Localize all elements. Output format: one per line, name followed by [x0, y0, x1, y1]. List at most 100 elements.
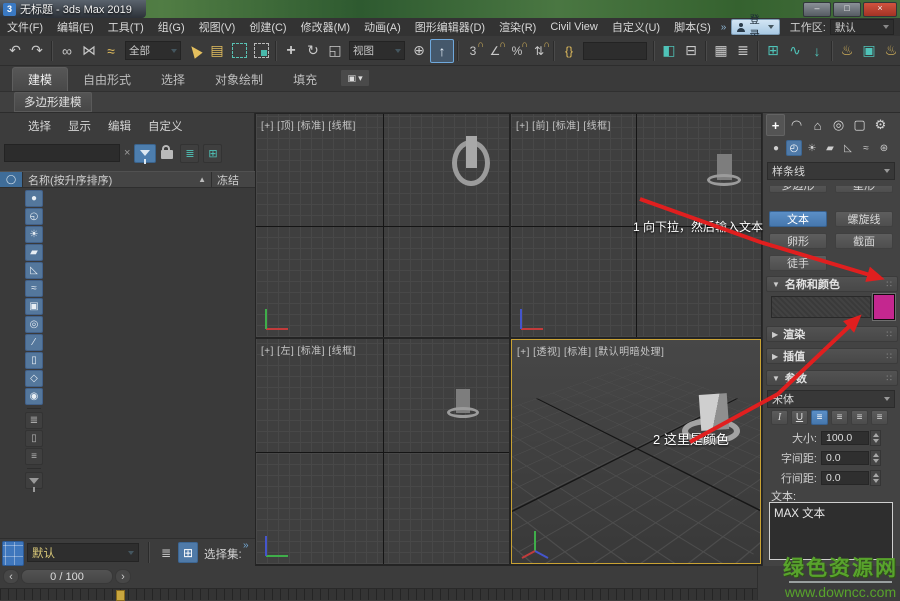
star-button[interactable]: 星形: [835, 186, 893, 193]
named-selection-sets-icon[interactable]: {}: [558, 40, 580, 62]
underline-button[interactable]: U: [791, 410, 808, 425]
menu-scripting[interactable]: 脚本(S): [667, 19, 718, 35]
explorer-menu-customize[interactable]: 自定义: [148, 118, 183, 134]
size-field[interactable]: 100.0: [821, 431, 869, 445]
viewport-top[interactable]: [+] [顶] [标准] [线框]: [256, 114, 509, 337]
helix-button[interactable]: 螺旋线: [835, 211, 893, 227]
list-view-icon[interactable]: ≣: [25, 412, 43, 429]
use-pivot-center-icon[interactable]: ⊕: [408, 40, 430, 62]
menu-file[interactable]: 文件(F): [0, 19, 50, 35]
text-input-area[interactable]: MAX 文本: [769, 502, 893, 560]
scene-explorer-toggle-icon[interactable]: ≣: [732, 40, 754, 62]
font-dropdown[interactable]: 宋体: [767, 390, 895, 408]
text-object-perspective[interactable]: [699, 393, 729, 431]
italic-button[interactable]: I: [771, 410, 788, 425]
column-view-icon[interactable]: ▯: [25, 430, 43, 447]
filter-containers-icon[interactable]: ▯: [25, 352, 43, 369]
display-tab-icon[interactable]: ▢: [850, 114, 869, 136]
curve-editor-icon[interactable]: ∿: [784, 40, 806, 62]
rollout-interpolation[interactable]: ▶ 插值 ∷: [766, 348, 898, 364]
menu-edit[interactable]: 编辑(E): [50, 19, 101, 35]
collapse-all-icon[interactable]: ⊞: [203, 144, 222, 163]
filter-frozen-icon[interactable]: ◇: [25, 370, 43, 387]
geometry-category-icon[interactable]: ●: [768, 140, 784, 156]
menu-views[interactable]: 视图(V): [192, 19, 243, 35]
render-setup-icon[interactable]: ♨: [836, 40, 858, 62]
menu-graph-editors[interactable]: 图形编辑器(D): [408, 19, 492, 35]
polygon-modeling-panel[interactable]: 多边形建模: [14, 92, 92, 112]
dope-sheet-icon[interactable]: ↓: [806, 40, 828, 62]
object-color-swatch[interactable]: [873, 294, 895, 320]
viewport-left[interactable]: [+] [左] [标准] [线框]: [256, 339, 509, 564]
select-and-manipulate-icon[interactable]: ↑: [430, 39, 454, 63]
selection-filter-dropdown[interactable]: 全部: [125, 41, 181, 60]
undo-icon[interactable]: ↶: [4, 40, 26, 62]
time-marker[interactable]: [116, 590, 125, 601]
strip-filter-icon[interactable]: [25, 472, 43, 489]
filter-materials-icon[interactable]: ▣: [25, 298, 43, 315]
section-button[interactable]: 截面: [835, 233, 893, 249]
next-frame-button[interactable]: ›: [115, 569, 131, 584]
angle-snap-icon[interactable]: ∠∩: [484, 40, 506, 62]
align-icon[interactable]: ⊟: [680, 40, 702, 62]
filter-shapes-icon[interactable]: ◵: [25, 208, 43, 225]
menu-create[interactable]: 创建(C): [242, 19, 293, 35]
object-name-field[interactable]: [771, 296, 871, 318]
tab-freeform[interactable]: 自由形式: [68, 68, 146, 91]
workspace-dropdown[interactable]: 默认: [830, 19, 894, 35]
overflow-icon[interactable]: »: [243, 540, 249, 551]
menu-rendering[interactable]: 渲染(R): [492, 19, 543, 35]
hierarchy-tab-icon[interactable]: ⌂: [808, 114, 827, 136]
spacewarps-category-icon[interactable]: ≈: [858, 140, 874, 156]
select-and-link-icon[interactable]: ∞: [56, 40, 78, 62]
align-center-button[interactable]: ≡: [831, 410, 848, 425]
column-name[interactable]: 名称(按升序排序) ▲: [23, 172, 211, 188]
window-crossing-icon[interactable]: [250, 40, 272, 62]
spinner-snap-icon[interactable]: ⇅∩: [528, 40, 550, 62]
render-production-icon[interactable]: ♨: [880, 40, 900, 62]
size-spinner[interactable]: [870, 430, 881, 446]
egg-button[interactable]: 卵形: [769, 233, 827, 249]
track-bar[interactable]: [0, 588, 757, 600]
select-and-scale-icon[interactable]: ◱: [324, 40, 346, 62]
minimize-button[interactable]: –: [803, 2, 831, 17]
menu-tools[interactable]: 工具(T): [101, 19, 151, 35]
viewport-perspective[interactable]: [+] [透视] [标准] [默认明暗处理]: [511, 339, 761, 564]
rectangular-selection-region-icon[interactable]: [228, 40, 250, 62]
shape-category-dropdown[interactable]: 样条线: [767, 162, 895, 180]
column-frozen[interactable]: 冻结: [211, 172, 255, 188]
ribbon-options-icon[interactable]: ▣ ▾: [340, 69, 370, 87]
named-selection-field[interactable]: [583, 42, 647, 60]
menu-animation[interactable]: 动画(A): [357, 19, 408, 35]
filter-spacewarps-icon[interactable]: ≈: [25, 280, 43, 297]
shapes-category-icon[interactable]: ◴: [786, 140, 802, 156]
modify-tab-icon[interactable]: ◠: [787, 114, 806, 136]
tab-selection[interactable]: 选择: [146, 68, 200, 91]
filter-geometry-icon[interactable]: ●: [25, 190, 43, 207]
create-tab-icon[interactable]: +: [766, 114, 785, 136]
menu-modifiers[interactable]: 修改器(M): [294, 19, 358, 35]
lock-icon[interactable]: [160, 145, 176, 162]
align-left-button[interactable]: ≡: [811, 410, 828, 425]
kerning-field[interactable]: 0.0: [821, 451, 869, 465]
leading-spinner[interactable]: [870, 470, 881, 486]
select-and-move-icon[interactable]: +: [280, 40, 302, 62]
systems-category-icon[interactable]: ⊛: [876, 140, 892, 156]
menu-overflow-icon[interactable]: »: [718, 22, 730, 33]
select-and-rotate-icon[interactable]: ↻: [302, 40, 324, 62]
text-button[interactable]: 文本: [769, 211, 827, 227]
leading-field[interactable]: 0.0: [821, 471, 869, 485]
explorer-menu-display[interactable]: 显示: [68, 118, 91, 134]
rollout-rendering[interactable]: ▶ 渲染 ∷: [766, 326, 898, 342]
menu-civil-view[interactable]: Civil View: [543, 21, 604, 33]
menu-customize[interactable]: 自定义(U): [605, 19, 667, 35]
motion-tab-icon[interactable]: ◎: [829, 114, 848, 136]
viewport-label-front[interactable]: [+] [前] [标准] [线框]: [516, 117, 611, 132]
layer-manager-icon[interactable]: ▦: [710, 40, 732, 62]
layer-stack-icon[interactable]: ≣: [156, 542, 176, 563]
percent-snap-icon[interactable]: %∩: [506, 40, 528, 62]
named-sets-dropdown[interactable]: 默认: [27, 543, 139, 562]
helpers-category-icon[interactable]: ◺: [840, 140, 856, 156]
clear-search-icon[interactable]: ×: [124, 147, 130, 159]
rollout-parameters[interactable]: ▼ 参数 ∷: [766, 370, 898, 386]
